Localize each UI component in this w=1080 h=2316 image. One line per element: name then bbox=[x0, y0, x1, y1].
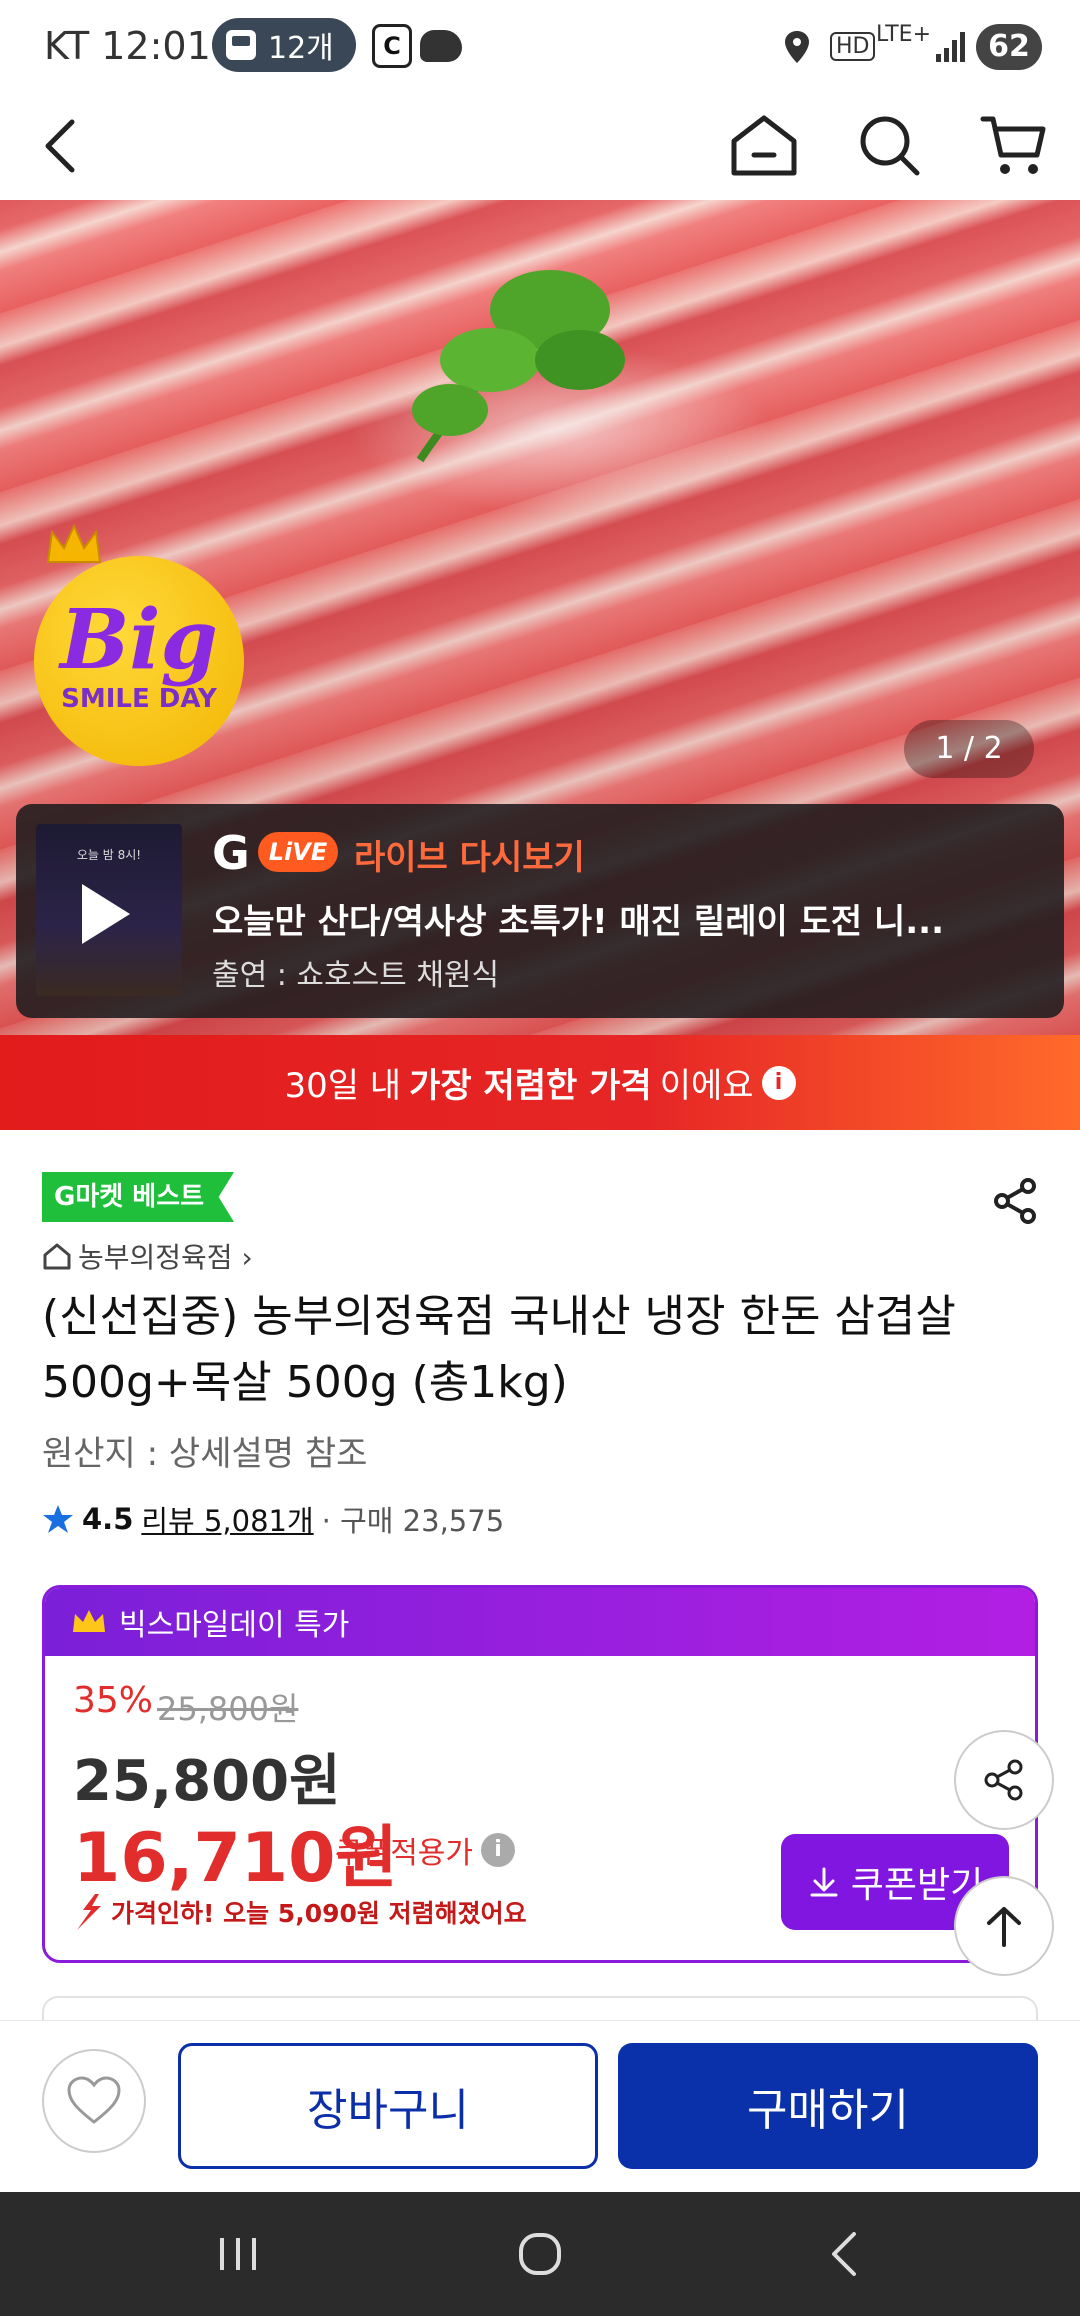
wishlist-button[interactable] bbox=[42, 2049, 146, 2153]
hd-indicator: HD bbox=[830, 32, 876, 61]
live-title: 오늘만 산다/역사상 초특가! 매진 릴레이 도전 니... bbox=[212, 902, 945, 942]
add-to-cart-button[interactable]: 장바구니 bbox=[178, 2043, 598, 2169]
live-replay-banner[interactable]: 오늘 밤 8시! G LiVE 라이브 다시보기 오늘만 산다/역사상 초특가!… bbox=[16, 804, 1064, 1018]
coupon-note: 쿠폰적용가 i bbox=[335, 1828, 515, 1872]
price-drop-note: 가격인하! 오늘 5,090원 저렴해졌어요 bbox=[73, 1892, 527, 1932]
lowest-price-banner[interactable]: 30일 내 가장 저렴한 가격 이에요 i bbox=[0, 1035, 1080, 1130]
deal-header: 빅스마일데이 특가 bbox=[45, 1588, 1035, 1656]
recent-apps-button[interactable] bbox=[198, 2218, 278, 2290]
home-circle-icon bbox=[519, 2233, 561, 2275]
info-icon[interactable]: i bbox=[761, 1065, 796, 1100]
heart-icon bbox=[67, 2076, 121, 2124]
live-host: 출연 : 쇼호스트 채원식 bbox=[212, 958, 500, 993]
image-pager: 1 / 2 bbox=[904, 720, 1034, 778]
back-icon bbox=[45, 119, 75, 173]
share-icon bbox=[984, 1759, 1023, 1801]
recent-apps-icon bbox=[220, 2238, 256, 2270]
status-bar: KT 12:01 12개 C HD LTE+ 62 bbox=[0, 0, 1080, 96]
coupon-note-label: 쿠폰적용가 bbox=[335, 1836, 473, 1871]
live-label: 라이브 다시보기 bbox=[354, 838, 585, 878]
app-notification-icon: C bbox=[372, 24, 412, 68]
star-icon bbox=[43, 1505, 73, 1533]
discount-percent: 35% bbox=[73, 1680, 154, 1721]
review-link[interactable]: 리뷰 5,081개 bbox=[141, 1498, 313, 1540]
carrier-time: KT 12:01 bbox=[44, 24, 211, 68]
rating-score: 4.5 bbox=[82, 1502, 134, 1536]
live-thumbnail-text: 오늘 밤 8시! bbox=[76, 848, 142, 862]
gmarket-g-logo: G bbox=[212, 826, 250, 880]
play-icon bbox=[82, 884, 130, 944]
banner-bold: 가장 저렴한 가격 bbox=[409, 1066, 652, 1106]
price-drop-text: 가격인하! 오늘 5,090원 저렴해졌어요 bbox=[111, 1899, 527, 1928]
download-icon bbox=[810, 1867, 838, 1897]
info-icon[interactable]: i bbox=[481, 1833, 515, 1867]
buy-now-button[interactable]: 구매하기 bbox=[618, 2043, 1038, 2169]
location-icon bbox=[785, 31, 809, 63]
deal-box: 빅스마일데이 특가 35% 25,800원 25,800원 16,710원 쿠폰… bbox=[42, 1585, 1038, 1963]
system-back-button[interactable] bbox=[804, 2218, 884, 2290]
best-badge: G마켓 베스트 bbox=[42, 1172, 234, 1222]
home-icon bbox=[731, 115, 797, 176]
system-nav-bar bbox=[0, 2192, 1080, 2316]
bus-notification: 12개 bbox=[212, 18, 356, 72]
cloud-icon bbox=[420, 30, 462, 62]
rating-row: 4.5 리뷰 5,081개 · 구매 23,575 bbox=[42, 1498, 504, 1540]
battery-indicator: 62 bbox=[976, 24, 1042, 70]
badge-sub: SMILE DAY bbox=[61, 684, 217, 714]
top-nav bbox=[0, 96, 1080, 200]
bottom-action-bar: 장바구니 구매하기 bbox=[0, 2020, 1080, 2192]
live-thumbnail[interactable]: 오늘 밤 8시! bbox=[36, 824, 182, 996]
scroll-top-button[interactable] bbox=[954, 1876, 1054, 1976]
cart-icon bbox=[980, 116, 1046, 174]
deal-header-label: 빅스마일데이 특가 bbox=[119, 1608, 350, 1643]
badge-word: Big bbox=[60, 592, 218, 688]
big-smile-day-badge: Big SMILE DAY bbox=[34, 523, 244, 766]
search-icon bbox=[860, 116, 920, 176]
store-home-icon bbox=[43, 1243, 71, 1270]
back-button[interactable] bbox=[20, 106, 100, 186]
arrow-up-icon bbox=[987, 1907, 1021, 1947]
bus-icon bbox=[226, 30, 256, 60]
crown-icon bbox=[73, 1610, 105, 1632]
bus-count: 12개 bbox=[268, 31, 334, 66]
home-button[interactable] bbox=[724, 106, 804, 186]
original-price: 25,800원 bbox=[157, 1690, 299, 1728]
purchase-count: · 구매 23,575 bbox=[321, 1504, 505, 1538]
cart-button[interactable] bbox=[974, 106, 1054, 186]
crown-icon bbox=[46, 523, 102, 563]
floating-share-button[interactable] bbox=[954, 1730, 1054, 1830]
product-origin: 원산지 : 상세설명 참조 bbox=[42, 1434, 368, 1474]
share-icon[interactable] bbox=[990, 1176, 1040, 1226]
banner-suffix: 이에요 bbox=[659, 1066, 754, 1106]
store-name: 농부의정육점 › bbox=[78, 1241, 253, 1274]
product-image-carousel[interactable]: Big SMILE DAY 1 / 2 오늘 밤 8시! G LiVE 라이브 … bbox=[0, 200, 1080, 1035]
live-pill: LiVE bbox=[258, 832, 338, 872]
back-icon bbox=[832, 2232, 856, 2276]
network-indicator: LTE+ bbox=[876, 22, 931, 47]
banner-prefix: 30일 내 bbox=[284, 1066, 402, 1106]
system-home-button[interactable] bbox=[500, 2218, 580, 2290]
down-arrow-icon bbox=[77, 1894, 101, 1930]
parsley-garnish bbox=[412, 270, 625, 463]
product-title: (신선집중) 농부의정육점 국내산 냉장 한돈 삼겹살 500g+목살 500g… bbox=[42, 1291, 956, 1408]
search-button[interactable] bbox=[850, 106, 930, 186]
signal-icon bbox=[936, 32, 965, 62]
store-link[interactable]: 농부의정육점 › bbox=[42, 1236, 253, 1276]
